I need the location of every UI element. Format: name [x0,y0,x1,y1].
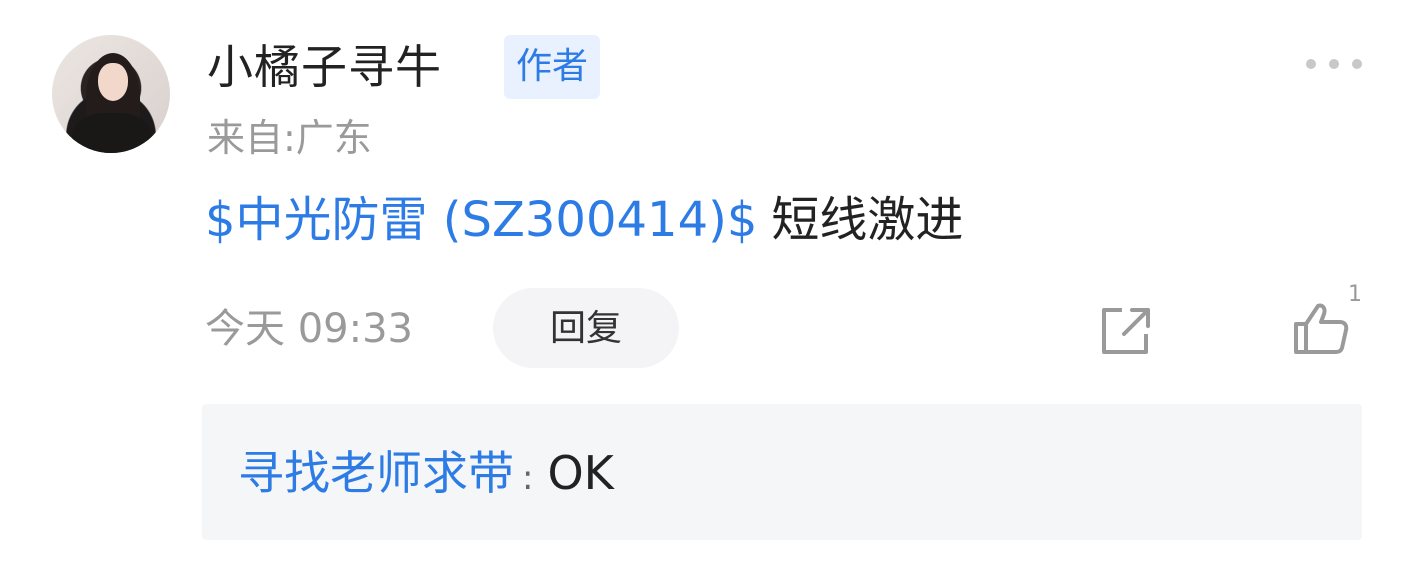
like-count: 1 [1348,282,1362,307]
comment-content: $中光防雷 (SZ300414)$ 短线激进 [205,188,963,252]
comment-card: 小橘子寻牛 作者 来自:广东 $中光防雷 (SZ300414)$ 短线激进 今天 … [0,0,1415,574]
reply-user-link[interactable]: 寻找老师求带 [238,446,514,500]
stock-link[interactable]: $中光防雷 (SZ300414)$ [205,192,757,248]
share-icon[interactable] [1098,304,1156,358]
comment-text: 短线激进 [771,192,964,248]
reply-item: 寻找老师求带: OK [238,442,614,509]
thumbs-up-icon [1294,303,1349,354]
reply-button[interactable]: 回复 [493,288,679,368]
avatar[interactable] [52,35,170,153]
author-badge: 作者 [504,35,601,99]
reply-text: OK [547,446,614,500]
author-name[interactable]: 小橘子寻牛 [207,36,442,98]
like-button[interactable]: 1 [1292,282,1362,358]
reply-separator: : [522,458,534,498]
comment-time: 今天 09:33 [205,306,413,352]
author-location: 来自:广东 [207,116,372,160]
more-icon[interactable] [1306,56,1362,72]
reply-box: 寻找老师求带: OK [202,404,1362,540]
